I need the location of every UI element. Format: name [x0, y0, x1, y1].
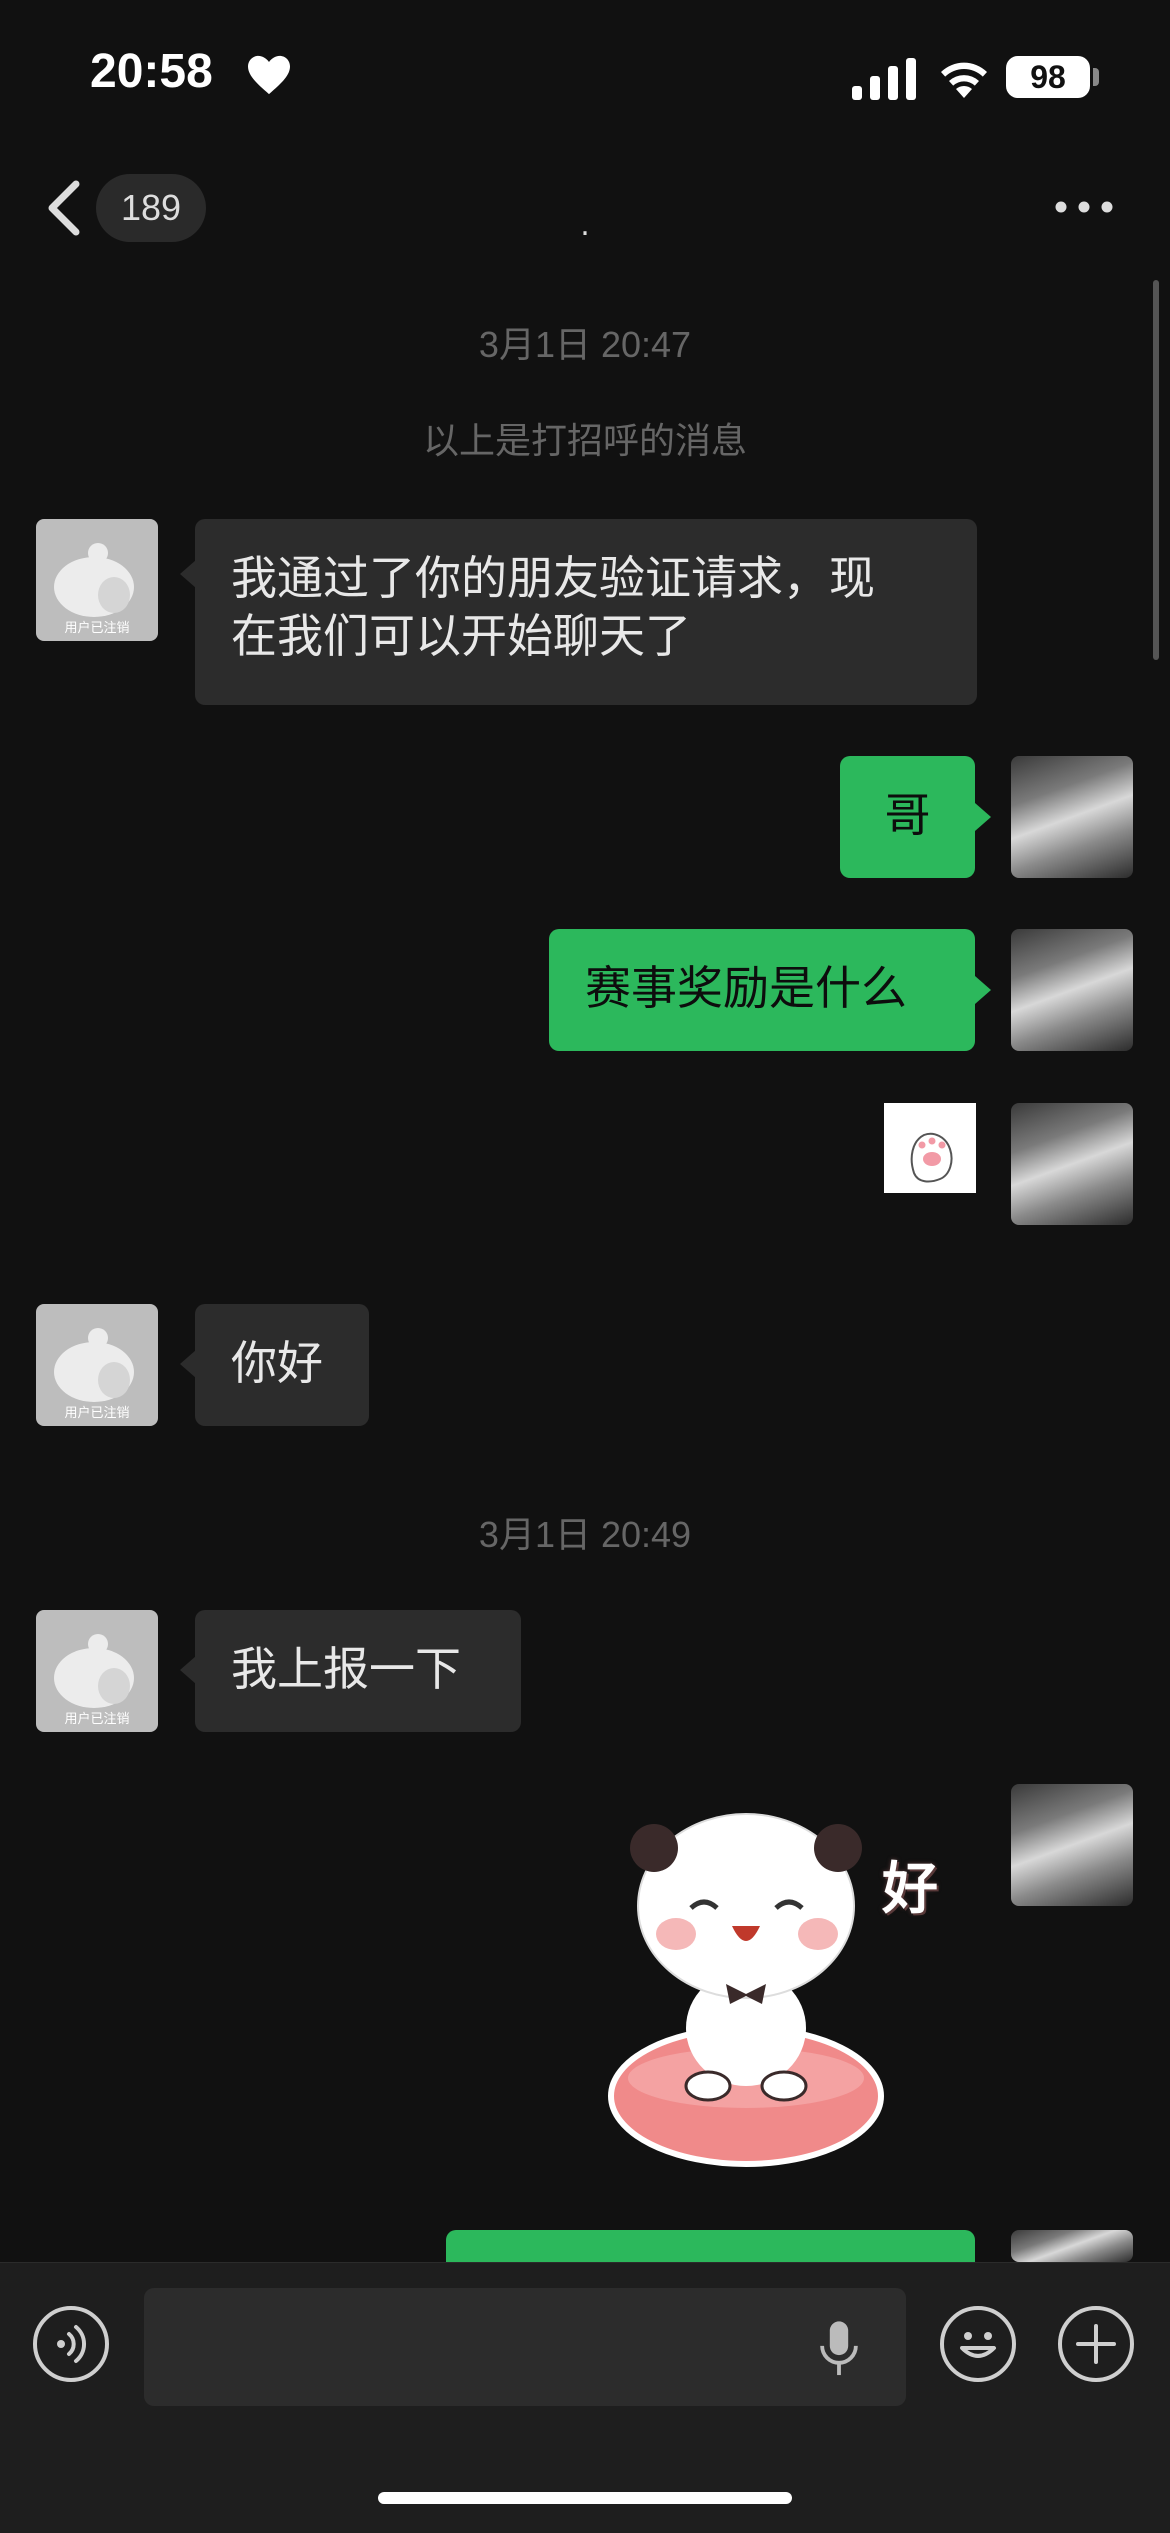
more-functions-button[interactable] — [1058, 2306, 1134, 2382]
voice-mode-button[interactable] — [33, 2306, 109, 2382]
outgoing-message[interactable]: 哥 — [840, 756, 975, 878]
my-avatar[interactable] — [1011, 929, 1133, 1051]
avatar-label: 用户已注销 — [64, 621, 130, 636]
paw-sticker[interactable] — [884, 1103, 976, 1193]
incoming-message[interactable]: 我上报一下 — [195, 1610, 521, 1732]
home-indicator[interactable] — [378, 2492, 792, 2504]
sticker-caption: 好 — [882, 1857, 938, 1922]
my-avatar[interactable] — [1011, 1784, 1133, 1906]
bubble-tail — [975, 803, 991, 831]
panda-sticker[interactable]: 好 — [596, 1796, 976, 2174]
system-message: 以上是打招呼的消息 — [422, 421, 747, 462]
timestamp: 3月1日 20:47 — [478, 324, 692, 365]
outgoing-message[interactable]: 赛事奖励是什么 — [549, 929, 975, 1051]
avatar-deregistered-user[interactable]: 用户已注销 — [36, 519, 158, 641]
avatar-label: 用户已注销 — [64, 1712, 130, 1727]
my-avatar[interactable] — [1011, 1103, 1133, 1225]
bubble-tail — [180, 1350, 196, 1378]
incoming-message[interactable]: 你好 — [195, 1304, 369, 1426]
bubble-tail — [180, 560, 196, 588]
plus-icon — [1076, 2324, 1116, 2364]
microphone-icon[interactable] — [816, 2318, 862, 2380]
avatar-deregistered-user[interactable]: 用户已注销 — [36, 1610, 158, 1732]
smiley-icon — [960, 2332, 996, 2358]
status-time: 20:58 — [90, 45, 213, 98]
emoji-button[interactable] — [940, 2306, 1016, 2382]
bubble-tail — [975, 976, 991, 1004]
avatar-deregistered-user[interactable]: 用户已注销 — [36, 1304, 158, 1426]
voice-wave-icon — [57, 2325, 87, 2363]
avatar-label: 用户已注销 — [64, 1406, 130, 1421]
message-input[interactable] — [144, 2288, 906, 2406]
unread-count-badge[interactable]: 189 — [96, 174, 206, 242]
wifi-icon — [941, 62, 987, 98]
timestamp: 3月1日 20:49 — [478, 1514, 692, 1555]
incoming-message[interactable]: 我通过了你的朋友验证请求，现 在我们可以开始聊天了 — [195, 519, 977, 705]
bubble-tail — [180, 1656, 196, 1684]
my-avatar[interactable] — [1011, 756, 1133, 878]
my-avatar[interactable] — [1011, 2230, 1133, 2262]
battery-indicator: 98 — [1006, 56, 1090, 98]
more-options-icon[interactable] — [1054, 200, 1114, 214]
chat-title: . — [580, 208, 590, 243]
cellular-signal-icon — [852, 58, 916, 100]
battery-nub — [1093, 68, 1099, 86]
heart-icon — [248, 55, 290, 95]
message-line: 我通过了你的朋友验证请求，现 — [231, 551, 875, 605]
back-chevron-icon[interactable] — [44, 180, 84, 236]
message-line: 在我们可以开始聊天了 — [231, 609, 691, 663]
paw-icon — [910, 1132, 953, 1183]
